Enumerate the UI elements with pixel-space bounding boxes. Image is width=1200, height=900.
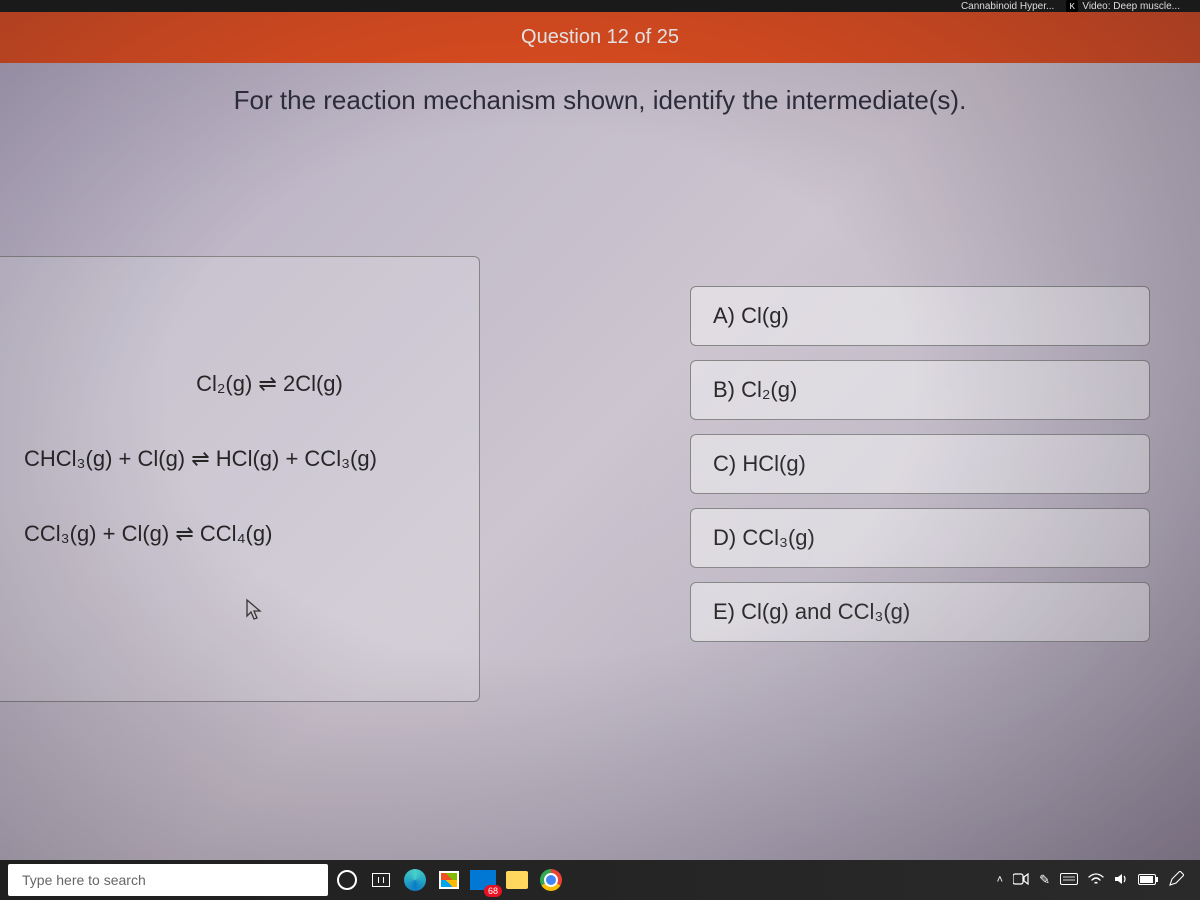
windows-taskbar: Type here to search 68 ˄ ✎	[0, 860, 1200, 900]
answer-list: A) Cl(g) B) Cl₂(g) C) HCl(g) D) CCl₃(g) …	[690, 286, 1150, 702]
question-header: Question 12 of 25	[0, 12, 1200, 63]
answer-label: D) CCl₃(g)	[713, 525, 815, 550]
mechanism-step-1: Cl₂(g) ⇌ 2Cl(g)	[24, 355, 455, 412]
answer-option-d[interactable]: D) CCl₃(g)	[690, 508, 1150, 568]
volume-icon[interactable]	[1114, 872, 1128, 889]
mechanism-panel: Cl₂(g) ⇌ 2Cl(g) CHCl₃(g) + Cl(g) ⇌ HCl(g…	[0, 256, 480, 702]
microsoft-store-button[interactable]	[434, 865, 464, 895]
meet-now-icon[interactable]	[1013, 873, 1029, 888]
question-counter: Question 12 of 25	[521, 26, 679, 48]
system-tray[interactable]: ˄ ✎	[997, 871, 1192, 890]
keyboard-icon[interactable]	[1060, 873, 1078, 888]
answer-label: A) Cl(g)	[713, 303, 789, 328]
answer-label: E) Cl(g) and CCl₃(g)	[713, 599, 910, 624]
store-icon	[439, 871, 459, 889]
wifi-icon[interactable]	[1088, 873, 1104, 888]
mechanism-step-2: CHCl₃(g) + Cl(g) ⇌ HCl(g) + CCl₃(g)	[24, 430, 455, 487]
task-view-button[interactable]	[366, 865, 396, 895]
answer-option-e[interactable]: E) Cl(g) and CCl₃(g)	[690, 582, 1150, 642]
mechanism-step-3: CCl₃(g) + Cl(g) ⇌ CCl₄(g)	[24, 505, 455, 562]
mail-badge: 68	[484, 885, 502, 897]
answer-option-a[interactable]: A) Cl(g)	[690, 286, 1150, 346]
answer-label: C) HCl(g)	[713, 451, 806, 476]
cortana-icon	[337, 870, 357, 890]
tray-chevron-up-icon[interactable]: ˄	[997, 874, 1003, 886]
tab-label: Cannabinoid Hyper...	[961, 1, 1054, 12]
task-view-icon	[372, 873, 390, 887]
mail-button[interactable]: 68	[468, 865, 498, 895]
search-placeholder: Type here to search	[22, 872, 146, 888]
pen-icon[interactable]: ✎	[1039, 872, 1050, 888]
edge-button[interactable]	[400, 865, 430, 895]
chrome-icon	[540, 869, 562, 891]
quiz-content: Question 12 of 25 For the reaction mecha…	[0, 12, 1200, 860]
answer-option-c[interactable]: C) HCl(g)	[690, 434, 1150, 494]
answer-label: B) Cl₂(g)	[713, 377, 797, 402]
question-body: Cl₂(g) ⇌ 2Cl(g) CHCl₃(g) + Cl(g) ⇌ HCl(g…	[0, 126, 1200, 702]
file-explorer-button[interactable]	[502, 865, 532, 895]
edge-icon	[404, 869, 426, 891]
browser-tab[interactable]: Cannabinoid Hyper...	[961, 1, 1054, 12]
browser-tab-strip: Cannabinoid Hyper... K Video: Deep muscl…	[0, 0, 1200, 12]
chrome-button[interactable]	[536, 865, 566, 895]
tab-label: Video: Deep muscle...	[1082, 1, 1180, 12]
answer-option-b[interactable]: B) Cl₂(g)	[690, 360, 1150, 420]
folder-icon	[506, 871, 528, 889]
question-prompt: For the reaction mechanism shown, identi…	[0, 63, 1200, 126]
battery-icon[interactable]	[1138, 873, 1158, 888]
browser-tab[interactable]: K Video: Deep muscle...	[1066, 0, 1180, 12]
taskbar-search[interactable]: Type here to search	[8, 864, 328, 896]
k-icon: K	[1066, 0, 1078, 12]
stylus-icon[interactable]	[1168, 871, 1184, 890]
cortana-button[interactable]	[332, 865, 362, 895]
